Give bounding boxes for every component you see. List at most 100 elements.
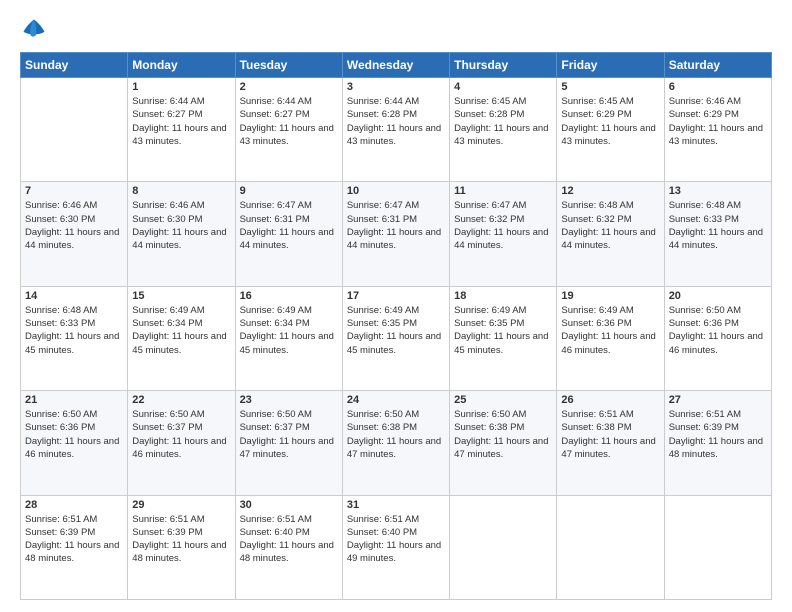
calendar-cell: 22Sunrise: 6:50 AMSunset: 6:37 PMDayligh… [128,391,235,495]
calendar-cell: 11 Sunrise: 6:47 AMSunset: 6:32 PMDayligh… [450,182,557,286]
calendar-week-row: 28 Sunrise: 6:51 AMSunset: 6:39 PMDayligh… [21,495,772,599]
day-number: 23 [240,394,338,406]
day-number: 30 [240,499,338,511]
weekday-header: Tuesday [235,53,342,78]
day-number: 9 [240,185,338,197]
weekday-header: Thursday [450,53,557,78]
day-number: 27 [669,394,767,406]
day-info: Sunrise: 6:50 AMSunset: 6:37 PMDaylight:… [240,408,338,461]
page: SundayMondayTuesdayWednesdayThursdayFrid… [0,0,792,612]
day-number: 3 [347,81,445,93]
weekday-header: Monday [128,53,235,78]
day-number: 31 [347,499,445,511]
calendar-cell: 7 Sunrise: 6:46 AMSunset: 6:30 PMDaylight… [21,182,128,286]
day-number: 16 [240,290,338,302]
calendar-cell: 8Sunrise: 6:46 AMSunset: 6:30 PMDaylight… [128,182,235,286]
day-number: 1 [132,81,230,93]
day-number: 25 [454,394,552,406]
day-number: 17 [347,290,445,302]
day-info: Sunrise: 6:49 AMSunset: 6:34 PMDaylight:… [240,304,338,357]
day-info: Sunrise: 6:51 AMSunset: 6:40 PMDaylight:… [347,513,445,566]
calendar-cell: 19 Sunrise: 6:49 AMSunset: 6:36 PMDayligh… [557,286,664,390]
calendar-cell: 13 Sunrise: 6:48 AMSunset: 6:33 PMDayligh… [664,182,771,286]
header [20,16,772,44]
day-info: Sunrise: 6:49 AMSunset: 6:35 PMDaylight:… [454,304,552,357]
calendar-cell: 14 Sunrise: 6:48 AMSunset: 6:33 PMDayligh… [21,286,128,390]
day-info: Sunrise: 6:50 AMSunset: 6:36 PMDaylight:… [25,408,123,461]
calendar-cell: 12Sunrise: 6:48 AMSunset: 6:32 PMDayligh… [557,182,664,286]
day-info: Sunrise: 6:46 AMSunset: 6:30 PMDaylight:… [132,199,230,252]
day-info: Sunrise: 6:44 AMSunset: 6:27 PMDaylight:… [132,95,230,148]
day-number: 2 [240,81,338,93]
day-info: Sunrise: 6:50 AMSunset: 6:38 PMDaylight:… [347,408,445,461]
calendar-cell: 10 Sunrise: 6:47 AMSunset: 6:31 PMDayligh… [342,182,449,286]
day-number: 11 [454,185,552,197]
calendar-cell: 1 Sunrise: 6:44 AMSunset: 6:27 PMDaylight… [128,78,235,182]
calendar-week-row: 21Sunrise: 6:50 AMSunset: 6:36 PMDayligh… [21,391,772,495]
calendar-cell: 31 Sunrise: 6:51 AMSunset: 6:40 PMDayligh… [342,495,449,599]
calendar-week-row: 14 Sunrise: 6:48 AMSunset: 6:33 PMDayligh… [21,286,772,390]
day-number: 5 [561,81,659,93]
day-info: Sunrise: 6:51 AMSunset: 6:39 PMDaylight:… [132,513,230,566]
day-info: Sunrise: 6:49 AMSunset: 6:36 PMDaylight:… [561,304,659,357]
calendar-cell: 26 Sunrise: 6:51 AMSunset: 6:38 PMDayligh… [557,391,664,495]
day-number: 4 [454,81,552,93]
day-info: Sunrise: 6:48 AMSunset: 6:33 PMDaylight:… [25,304,123,357]
calendar-cell: 2 Sunrise: 6:44 AMSunset: 6:27 PMDaylight… [235,78,342,182]
day-number: 19 [561,290,659,302]
calendar-cell: 24 Sunrise: 6:50 AMSunset: 6:38 PMDayligh… [342,391,449,495]
day-info: Sunrise: 6:51 AMSunset: 6:38 PMDaylight:… [561,408,659,461]
day-info: Sunrise: 6:46 AMSunset: 6:30 PMDaylight:… [25,199,123,252]
day-number: 13 [669,185,767,197]
calendar-cell [557,495,664,599]
day-number: 18 [454,290,552,302]
day-number: 6 [669,81,767,93]
weekday-header: Saturday [664,53,771,78]
day-info: Sunrise: 6:45 AMSunset: 6:28 PMDaylight:… [454,95,552,148]
day-info: Sunrise: 6:45 AMSunset: 6:29 PMDaylight:… [561,95,659,148]
day-number: 14 [25,290,123,302]
day-number: 7 [25,185,123,197]
logo-icon [20,16,48,44]
calendar-cell: 15 Sunrise: 6:49 AMSunset: 6:34 PMDayligh… [128,286,235,390]
calendar-cell: 27 Sunrise: 6:51 AMSunset: 6:39 PMDayligh… [664,391,771,495]
day-info: Sunrise: 6:47 AMSunset: 6:31 PMDaylight:… [347,199,445,252]
day-number: 15 [132,290,230,302]
day-info: Sunrise: 6:51 AMSunset: 6:39 PMDaylight:… [669,408,767,461]
day-info: Sunrise: 6:50 AMSunset: 6:38 PMDaylight:… [454,408,552,461]
weekday-header-row: SundayMondayTuesdayWednesdayThursdayFrid… [21,53,772,78]
calendar-week-row: 1 Sunrise: 6:44 AMSunset: 6:27 PMDaylight… [21,78,772,182]
day-number: 28 [25,499,123,511]
day-info: Sunrise: 6:44 AMSunset: 6:27 PMDaylight:… [240,95,338,148]
weekday-header: Friday [557,53,664,78]
calendar-cell: 28Sunrise: 6:51 AMSunset: 6:39 PMDayligh… [21,495,128,599]
calendar-cell [21,78,128,182]
day-number: 24 [347,394,445,406]
day-number: 26 [561,394,659,406]
calendar-cell: 16 Sunrise: 6:49 AMSunset: 6:34 PMDayligh… [235,286,342,390]
day-info: Sunrise: 6:51 AMSunset: 6:40 PMDaylight:… [240,513,338,566]
weekday-header: Sunday [21,53,128,78]
day-info: Sunrise: 6:47 AMSunset: 6:31 PMDaylight:… [240,199,338,252]
calendar-table: SundayMondayTuesdayWednesdayThursdayFrid… [20,52,772,600]
day-number: 12 [561,185,659,197]
logo [20,16,52,44]
day-info: Sunrise: 6:49 AMSunset: 6:34 PMDaylight:… [132,304,230,357]
calendar-cell: 9 Sunrise: 6:47 AMSunset: 6:31 PMDaylight… [235,182,342,286]
calendar-week-row: 7 Sunrise: 6:46 AMSunset: 6:30 PMDaylight… [21,182,772,286]
calendar-cell: 23 Sunrise: 6:50 AMSunset: 6:37 PMDayligh… [235,391,342,495]
calendar-cell: 17Sunrise: 6:49 AMSunset: 6:35 PMDayligh… [342,286,449,390]
calendar-cell: 5 Sunrise: 6:45 AMSunset: 6:29 PMDaylight… [557,78,664,182]
day-number: 10 [347,185,445,197]
day-number: 29 [132,499,230,511]
calendar-cell: 29 Sunrise: 6:51 AMSunset: 6:39 PMDayligh… [128,495,235,599]
day-info: Sunrise: 6:47 AMSunset: 6:32 PMDaylight:… [454,199,552,252]
calendar-cell: 4 Sunrise: 6:45 AMSunset: 6:28 PMDaylight… [450,78,557,182]
weekday-header: Wednesday [342,53,449,78]
calendar-cell [450,495,557,599]
day-info: Sunrise: 6:48 AMSunset: 6:33 PMDaylight:… [669,199,767,252]
calendar-cell: 3Sunrise: 6:44 AMSunset: 6:28 PMDaylight… [342,78,449,182]
calendar-cell: 30 Sunrise: 6:51 AMSunset: 6:40 PMDayligh… [235,495,342,599]
day-number: 22 [132,394,230,406]
day-info: Sunrise: 6:50 AMSunset: 6:36 PMDaylight:… [669,304,767,357]
